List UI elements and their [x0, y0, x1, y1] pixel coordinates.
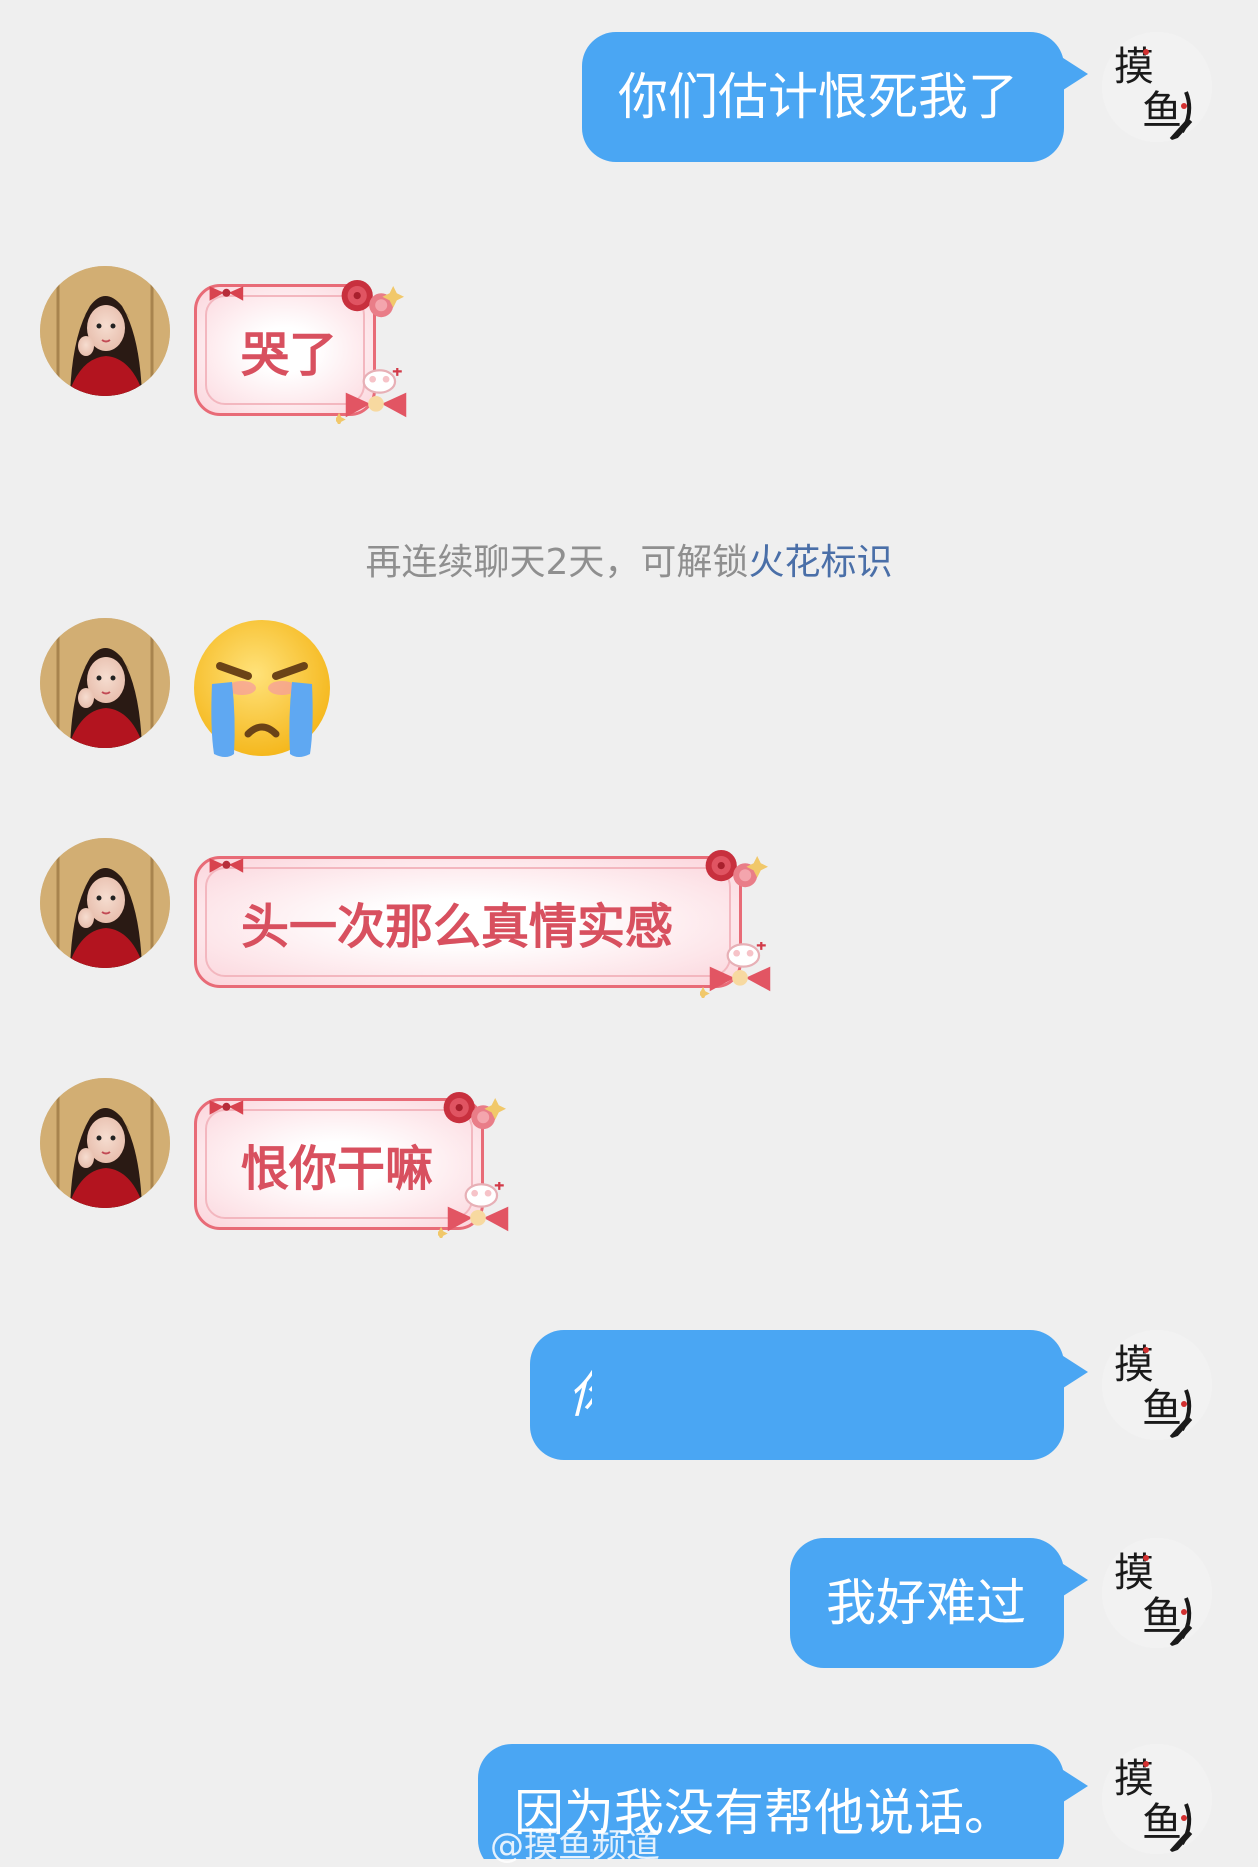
message-row-outgoing: 我好难过	[0, 1510, 1258, 1670]
spark-badge-link[interactable]: 火花标识	[748, 542, 892, 583]
incoming-message-bubble[interactable]: 恨你干嘛	[194, 1098, 484, 1230]
message-row-incoming: 恨你干嘛	[0, 1078, 1258, 1258]
watermark: @摸鱼频道	[490, 1826, 660, 1866]
girl-avatar-icon	[40, 618, 170, 748]
message-row-incoming: 头一次那么真情实感	[0, 838, 1258, 1018]
message-row-outgoing: 你	[0, 1300, 1258, 1480]
self-avatar[interactable]	[1102, 1744, 1212, 1854]
message-text: 头一次那么真情实感	[241, 899, 674, 955]
outgoing-message-bubble[interactable]: 你	[530, 1330, 1064, 1460]
girl-avatar-icon	[40, 838, 170, 968]
contact-avatar[interactable]	[40, 1078, 170, 1208]
fishing-logo-icon	[1102, 1744, 1212, 1854]
message-text: 你	[568, 1370, 592, 1420]
fishing-logo-icon	[1102, 1330, 1212, 1440]
incoming-message-bubble[interactable]: 头一次那么真情实感	[194, 856, 742, 988]
incoming-message-bubble[interactable]: 哭了	[194, 284, 376, 416]
girl-avatar-icon	[40, 1078, 170, 1208]
contact-avatar[interactable]	[40, 618, 170, 748]
contact-avatar[interactable]	[40, 838, 170, 968]
message-text: 恨你干嘛	[241, 1141, 434, 1197]
fishing-logo-icon	[1102, 1538, 1212, 1648]
girl-avatar-icon	[40, 266, 170, 396]
self-avatar[interactable]	[1102, 32, 1212, 142]
fishing-logo-icon	[1102, 32, 1212, 142]
message-row-incoming: 哭了	[0, 260, 1258, 440]
message-row-incoming	[0, 612, 1258, 772]
contact-avatar[interactable]	[40, 266, 170, 396]
self-avatar[interactable]	[1102, 1330, 1212, 1440]
outgoing-message-bubble[interactable]: 你们估计恨死我了	[582, 32, 1064, 162]
outgoing-message-bubble[interactable]: 我好难过	[790, 1538, 1064, 1668]
crying-face-icon[interactable]	[190, 618, 334, 762]
message-text: 我好难过	[826, 1574, 1026, 1632]
self-avatar[interactable]	[1102, 1538, 1212, 1648]
message-row-outgoing: 你们估计恨死我了	[0, 0, 1258, 180]
notice-text: 再连续聊天2天，可解锁	[365, 542, 749, 583]
message-text: 你们估计恨死我了	[618, 68, 1018, 126]
system-notice: 再连续聊天2天，可解锁火花标识	[0, 533, 1258, 585]
message-text: 哭了	[241, 327, 338, 383]
